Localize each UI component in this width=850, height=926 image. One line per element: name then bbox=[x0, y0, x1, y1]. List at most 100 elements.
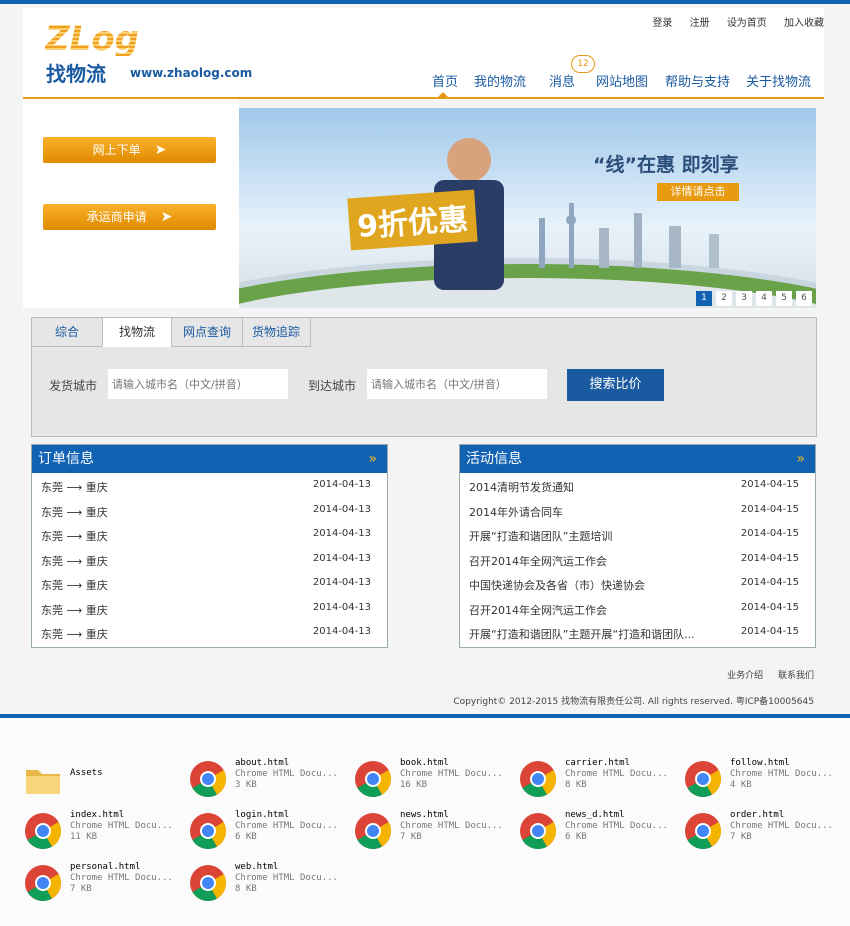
file-item[interactable]: personal.html Chrome HTML Docu... 7 KB bbox=[24, 858, 184, 904]
file-item[interactable]: order.html Chrome HTML Docu... 7 KB bbox=[684, 806, 844, 852]
file-size: 6 KB bbox=[235, 832, 257, 842]
chrome-icon bbox=[520, 761, 557, 798]
tab-branch-lookup[interactable]: 网点查询 bbox=[171, 318, 243, 347]
orders-header: 订单信息 » bbox=[32, 445, 387, 473]
set-homepage-link[interactable]: 设为首页 bbox=[727, 18, 767, 29]
order-row[interactable]: 东莞 ⟶ 重庆 2014-04-13 bbox=[32, 547, 387, 572]
chrome-icon bbox=[355, 761, 392, 798]
file-size: 8 KB bbox=[235, 884, 257, 894]
activity-date: 2014-04-15 bbox=[740, 552, 799, 564]
tab-find-logistics[interactable]: 找物流 bbox=[102, 318, 172, 347]
activity-row[interactable]: 2014清明节发货通知 2014-04-15 bbox=[460, 473, 815, 498]
activities-list: 2014清明节发货通知 2014-04-15 2014年外请合同车 2014-04-1… bbox=[460, 473, 815, 645]
online-order-button[interactable]: 网上下单 ➤ bbox=[43, 137, 216, 163]
search-box: 综合 找物流 网点查询 货物追踪 发货城市 到达城市 搜索比价 bbox=[31, 317, 817, 437]
banner-details-button[interactable]: 详情请点击 bbox=[657, 183, 739, 201]
file-size: 16 KB bbox=[400, 780, 428, 790]
file-type: Chrome HTML Docu... bbox=[565, 821, 668, 831]
banner-scene-image bbox=[239, 138, 816, 308]
file-item[interactable]: web.html Chrome HTML Docu... 8 KB bbox=[189, 858, 349, 904]
orders-more-icon[interactable]: » bbox=[368, 445, 377, 473]
to-city-input[interactable] bbox=[367, 369, 547, 399]
activity-title: 中国快递协会及各省（市）快递协会 bbox=[469, 579, 645, 592]
order-row[interactable]: 东莞 ⟶ 重庆 2014-04-13 bbox=[32, 522, 387, 547]
order-row[interactable]: 东莞 ⟶ 重庆 2014-04-13 bbox=[32, 473, 387, 498]
file-name: index.html bbox=[70, 810, 125, 820]
file-item[interactable]: news.html Chrome HTML Docu... 7 KB bbox=[354, 806, 514, 852]
folder-item-assets[interactable]: Assets bbox=[24, 754, 184, 800]
banner-slogan: “线”在惠 即刻享 bbox=[593, 154, 739, 176]
file-item[interactable]: news_d.html Chrome HTML Docu... 6 KB bbox=[519, 806, 679, 852]
file-item[interactable]: follow.html Chrome HTML Docu... 4 KB bbox=[684, 754, 844, 800]
login-link[interactable]: 登录 bbox=[652, 18, 672, 29]
nav-messages[interactable]: 消息 bbox=[549, 71, 575, 90]
activity-row[interactable]: 中国快递协会及各省（市）快递协会 2014-04-15 bbox=[460, 571, 815, 596]
activity-row[interactable]: 召开2014年全网汽运工作会 2014-04-15 bbox=[460, 547, 815, 572]
register-link[interactable]: 注册 bbox=[690, 18, 710, 29]
banner-page-1[interactable]: 1 bbox=[696, 291, 712, 306]
banner-page-6[interactable]: 6 bbox=[796, 291, 812, 306]
chrome-icon bbox=[25, 865, 62, 902]
activity-date: 2014-04-15 bbox=[740, 577, 799, 588]
banner-page-5[interactable]: 5 bbox=[776, 291, 792, 306]
nav-about[interactable]: 关于找物流 bbox=[746, 71, 811, 90]
arrow-right-icon: ➤ bbox=[160, 209, 173, 225]
file-type: Chrome HTML Docu... bbox=[565, 769, 668, 779]
file-size: 4 KB bbox=[730, 780, 752, 790]
order-row[interactable]: 东莞 ⟶ 重庆 2014-04-13 bbox=[32, 498, 387, 523]
activities-panel: 活动信息 » 2014清明节发货通知 2014-04-15 2014年外请合同车 20… bbox=[459, 444, 816, 648]
carrier-apply-button[interactable]: 承运商申请 ➤ bbox=[43, 204, 216, 230]
activities-more-icon[interactable]: » bbox=[796, 445, 805, 473]
activity-title: 召开2014年全网汽运工作会 bbox=[469, 603, 607, 617]
file-item[interactable]: about.html Chrome HTML Docu... 3 KB bbox=[189, 754, 349, 800]
activity-title: 召开2014年全网汽运工作会 bbox=[469, 554, 607, 568]
activity-row[interactable]: 开展“打造和谐团队”主题培训 2014-04-15 bbox=[460, 522, 815, 547]
file-name: personal.html bbox=[70, 862, 141, 872]
chrome-icon bbox=[685, 761, 722, 798]
file-item[interactable]: index.html Chrome HTML Docu... 11 KB bbox=[24, 806, 184, 852]
chrome-icon bbox=[520, 813, 557, 850]
order-date: 2014-04-13 bbox=[312, 601, 371, 613]
orders-panel: 订单信息 » 东莞 ⟶ 重庆 2014-04-13 东莞 ⟶ 重庆 2014-04-1… bbox=[31, 444, 388, 648]
file-name: news_d.html bbox=[565, 810, 625, 820]
file-name: book.html bbox=[400, 758, 449, 768]
activity-date: 2014-04-15 bbox=[740, 479, 799, 490]
order-row[interactable]: 东莞 ⟶ 重庆 2014-04-13 bbox=[32, 620, 387, 645]
folder-name: Assets bbox=[70, 768, 103, 778]
tab-cargo-tracking[interactable]: 货物追踪 bbox=[242, 318, 311, 347]
banner-pager: 1 2 3 4 5 6 bbox=[692, 291, 812, 306]
business-intro-link[interactable]: 业务介绍 bbox=[727, 671, 763, 681]
search-compare-button[interactable]: 搜索比价 bbox=[567, 369, 664, 401]
order-date: 2014-04-13 bbox=[312, 479, 371, 490]
file-size: 7 KB bbox=[730, 832, 752, 842]
order-row[interactable]: 东莞 ⟶ 重庆 2014-04-13 bbox=[32, 571, 387, 596]
svg-text:ZLog: ZLog bbox=[45, 22, 139, 56]
nav-home[interactable]: 首页 bbox=[432, 71, 458, 90]
file-item[interactable]: login.html Chrome HTML Docu... 6 KB bbox=[189, 806, 349, 852]
activity-row[interactable]: 2014年外请合同车 2014-04-15 bbox=[460, 498, 815, 523]
nav-my-logistics[interactable]: 我的物流 bbox=[474, 71, 526, 90]
activity-row[interactable]: 开展“打造和谐团队”主题开展“打造和谐团队... 2014-04-15 bbox=[460, 620, 815, 645]
activity-date: 2014-04-15 bbox=[740, 601, 799, 613]
from-city-input[interactable] bbox=[108, 369, 288, 399]
add-bookmark-link[interactable]: 加入收藏 bbox=[784, 18, 824, 29]
banner-page-3[interactable]: 3 bbox=[736, 291, 752, 306]
order-route: 东莞 ⟶ 重庆 bbox=[41, 603, 108, 617]
nav-sitemap[interactable]: 网站地图 bbox=[596, 71, 648, 90]
tab-general[interactable]: 综合 bbox=[32, 318, 103, 347]
nav-help[interactable]: 帮助与支持 bbox=[665, 71, 730, 90]
activity-row[interactable]: 召开2014年全网汽运工作会 2014-04-15 bbox=[460, 596, 815, 621]
file-item[interactable]: carrier.html Chrome HTML Docu... 8 KB bbox=[519, 754, 679, 800]
promo-banner[interactable]: 9折优惠 “线”在惠 即刻享 详情请点击 1 2 3 4 5 6 bbox=[239, 108, 816, 308]
banner-page-2[interactable]: 2 bbox=[716, 291, 732, 306]
chrome-icon bbox=[25, 813, 62, 850]
order-row[interactable]: 东莞 ⟶ 重庆 2014-04-13 bbox=[32, 596, 387, 621]
footer-links: 业务介绍 联系我们 bbox=[715, 668, 814, 681]
header-divider bbox=[23, 97, 824, 99]
file-name: login.html bbox=[235, 810, 290, 820]
contact-us-link[interactable]: 联系我们 bbox=[778, 671, 814, 681]
file-item[interactable]: book.html Chrome HTML Docu... 16 KB bbox=[354, 754, 514, 800]
zlog-logo[interactable]: ZLog bbox=[45, 22, 251, 56]
order-route: 东莞 ⟶ 重庆 bbox=[41, 579, 108, 592]
banner-page-4[interactable]: 4 bbox=[756, 291, 772, 306]
